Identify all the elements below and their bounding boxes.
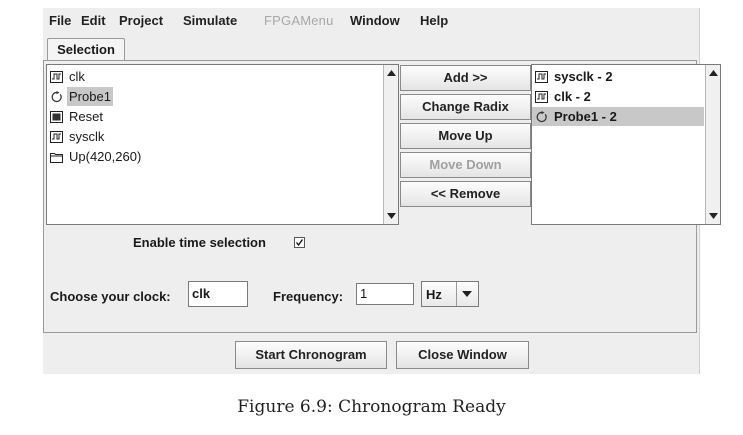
chronogram-window: File Edit Project Simulate FPGAMenu Wind… [43,8,721,374]
menu-bar: File Edit Project Simulate FPGAMenu Wind… [43,8,699,34]
available-list-scrollbar[interactable] [383,65,398,224]
remove-button[interactable]: << Remove [400,181,531,207]
list-item-label: Up(420,260) [69,149,142,164]
list-item-label: sysclk [69,129,105,144]
list-item-label: Probe1 [67,87,113,106]
menu-window[interactable]: Window [350,13,400,28]
time-selection-checkbox[interactable] [294,237,305,248]
checkmark-icon [295,239,304,247]
list-item[interactable]: Probe1 [50,87,113,106]
menu-project[interactable]: Project [119,13,163,28]
menu-edit[interactable]: Edit [81,13,106,28]
clock-signal-icon [535,70,548,83]
menu-file[interactable]: File [49,13,71,28]
scroll-up-icon[interactable] [384,66,398,80]
chevron-down-icon [462,291,472,297]
clock-label: Choose your clock: [50,289,171,304]
combo-divider [456,282,457,306]
list-item-label: Reset [69,109,103,124]
menu-fpgamenu: FPGAMenu [264,13,334,28]
list-item[interactable]: clk - 2 [535,87,593,106]
close-window-button[interactable]: Close Window [396,341,529,369]
time-selection-label: Enable time selection [133,235,266,250]
menu-help[interactable]: Help [420,13,448,28]
list-item-label: Probe1 - 2 [554,109,617,124]
clock-signal-icon [50,130,63,143]
move-up-button[interactable]: Move Up [400,123,531,149]
figure-caption: Figure 6.9: Chronogram Ready [237,397,506,417]
clock-signal-icon [50,70,63,83]
selected-signals-list[interactable]: sysclk - 2 clk - 2 Probe1 - 2 [531,64,721,225]
list-item-label: sysclk - 2 [554,69,613,84]
start-chronogram-button[interactable]: Start Chronogram [235,341,387,369]
probe-icon [51,90,62,102]
list-item[interactable]: Probe1 - 2 [532,107,704,126]
reset-block-icon [50,110,63,123]
frequency-unit-select[interactable]: Hz [421,281,479,307]
menu-simulate[interactable]: Simulate [183,13,237,28]
clock-signal-icon [535,90,548,103]
list-item[interactable]: Reset [50,107,105,126]
list-item[interactable]: Up(420,260) [50,147,143,166]
selected-list-scrollbar[interactable] [705,65,720,224]
clock-field[interactable]: clk [188,281,248,307]
move-down-button: Move Down [400,152,531,178]
change-radix-button[interactable]: Change Radix [400,94,531,120]
selection-panel: clk Probe1 Reset sysclk Up(420,260) Add >> C… [43,60,721,333]
scroll-down-icon[interactable] [384,209,398,223]
list-item[interactable]: sysclk - 2 [535,67,615,86]
available-signals-list[interactable]: clk Probe1 Reset sysclk Up(420,260) [46,64,399,225]
scroll-down-icon[interactable] [706,209,720,223]
frequency-unit-value: Hz [426,287,442,302]
folder-icon [50,152,63,163]
add-button[interactable]: Add >> [400,65,531,91]
frequency-label: Frequency: [273,289,344,304]
probe-icon [536,110,547,122]
list-item[interactable]: sysclk [50,127,106,146]
scroll-up-icon[interactable] [706,66,720,80]
tab-selection[interactable]: Selection [47,38,125,60]
frequency-input[interactable]: 1 [356,283,414,305]
list-item-label: clk [69,69,85,84]
list-item[interactable]: clk [50,67,87,86]
list-item-label: clk - 2 [554,89,591,104]
